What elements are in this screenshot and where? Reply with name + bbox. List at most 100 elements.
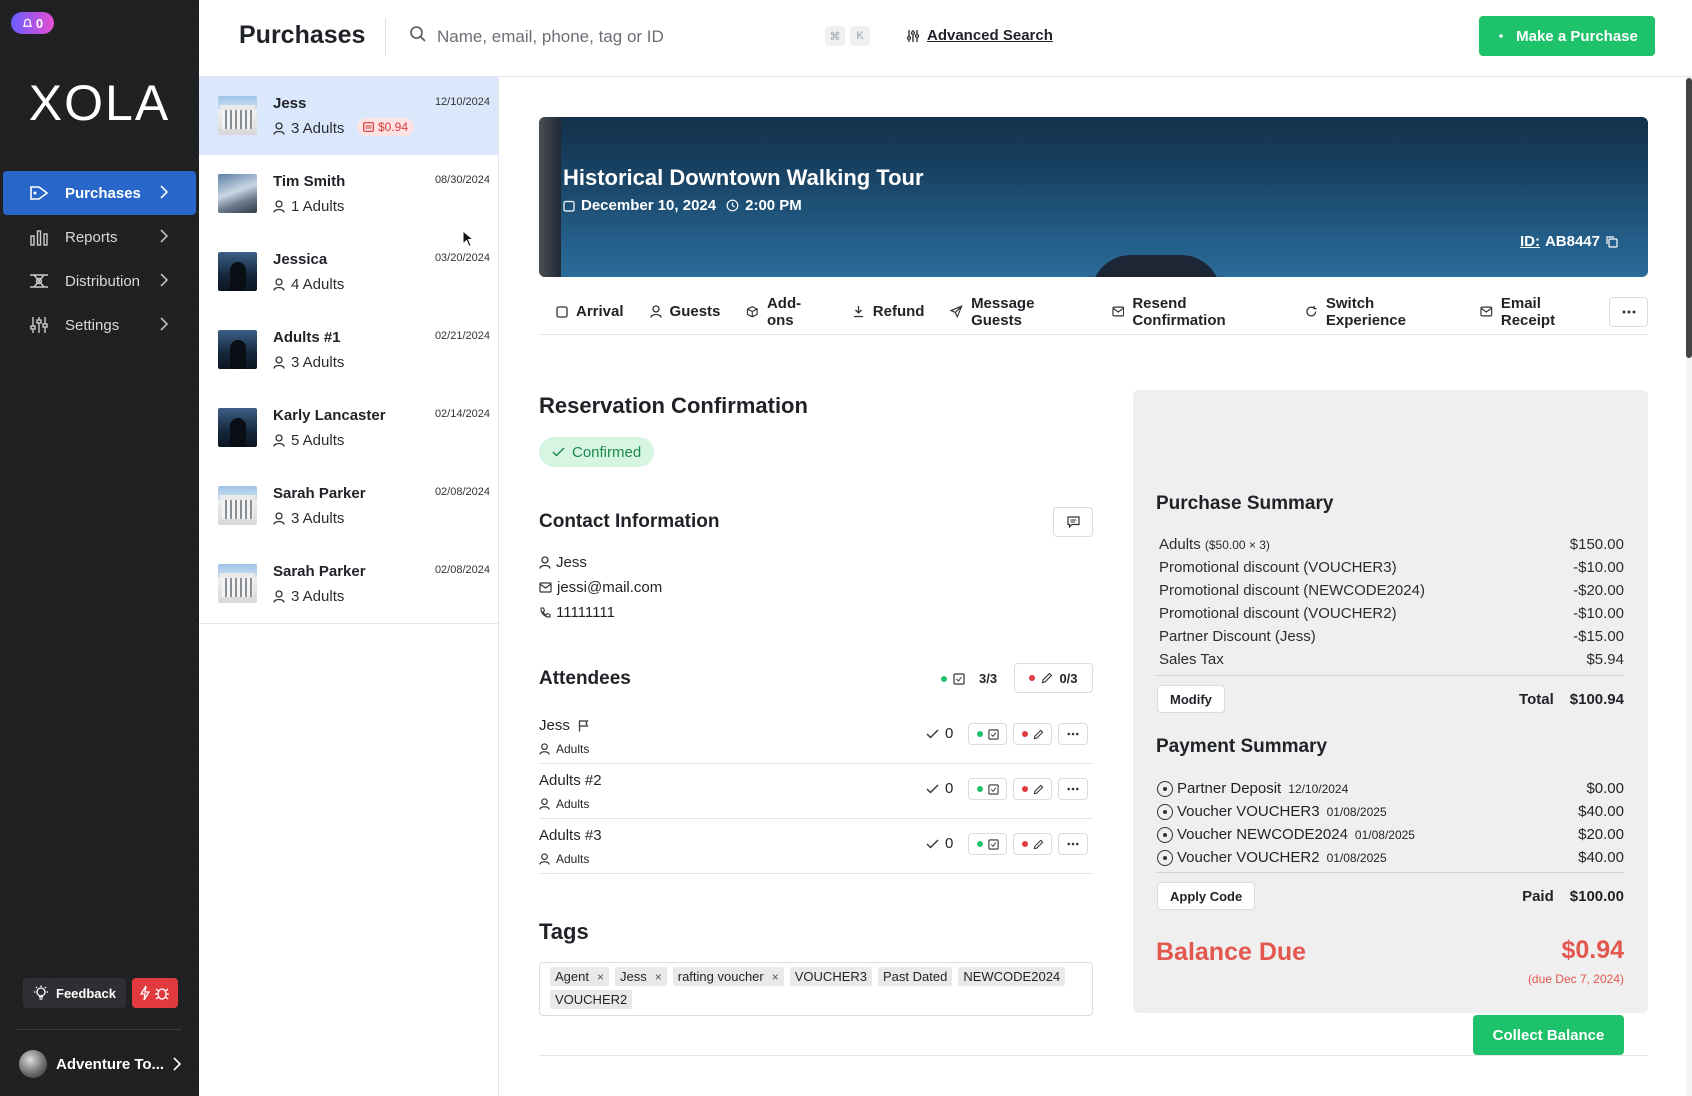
- tag-chip[interactable]: Agent ×: [550, 967, 609, 986]
- nav-item-purchases[interactable]: Purchases: [3, 171, 196, 215]
- waiver-signed-button[interactable]: 0/3: [1014, 663, 1093, 693]
- attendee-type: Adults: [539, 797, 589, 811]
- summary-line-label: Sales Tax: [1159, 651, 1224, 668]
- attendee-row[interactable]: Adults #2 Adults 0: [539, 764, 1093, 819]
- make-purchase-button[interactable]: Make a Purchase: [1479, 16, 1655, 56]
- copy-icon[interactable]: [1605, 235, 1618, 248]
- guests-action[interactable]: Guests: [637, 296, 734, 328]
- feedback-button[interactable]: Feedback: [23, 978, 126, 1008]
- notification-badge[interactable]: 0: [11, 12, 54, 34]
- attendee-type-value: Adults: [556, 797, 590, 811]
- attendee-more-button[interactable]: [1058, 723, 1088, 745]
- tag-icon: [28, 184, 50, 202]
- attendee-waiver-button[interactable]: [1013, 833, 1052, 855]
- report-bug-button[interactable]: [131, 978, 178, 1008]
- xola-logo[interactable]: XOLA: [0, 74, 199, 132]
- paid-label: Paid: [1522, 888, 1554, 905]
- tag-chip[interactable]: Past Dated: [878, 967, 953, 986]
- nav-item-settings[interactable]: Settings: [3, 303, 196, 347]
- addons-action[interactable]: Add-ons: [733, 294, 838, 329]
- tag-chip[interactable]: VOUCHER2: [550, 990, 633, 1009]
- contact-name-value: Jess: [556, 554, 587, 571]
- distribution-icon: [28, 272, 50, 290]
- contact-phone[interactable]: 11111111: [539, 604, 615, 621]
- pencil-icon: [1033, 839, 1043, 849]
- experience-date: December 10, 2024: [581, 197, 717, 214]
- purchase-list-item[interactable]: Jess 12/10/2024 3 Adults $0.94: [199, 77, 498, 155]
- payment-line-amount: $20.00: [1578, 826, 1624, 843]
- payment-line-label: Voucher VOUCHER2: [1177, 849, 1320, 866]
- bug-icon: [154, 988, 169, 1000]
- arrival-label: Arrival: [576, 303, 624, 320]
- message-guests-action[interactable]: Message Guests: [937, 295, 1098, 329]
- purchase-list-item[interactable]: Sarah Parker 02/08/2024 3 Adults: [199, 545, 498, 623]
- payment-line: Voucher VOUCHER3 01/08/2025 $40.00: [1157, 803, 1624, 820]
- remove-tag-icon[interactable]: ×: [597, 970, 604, 984]
- more-actions-button[interactable]: [1609, 296, 1648, 327]
- tag-chip[interactable]: NEWCODE2024: [958, 967, 1066, 986]
- more-icon: [1067, 787, 1079, 791]
- remove-tag-icon[interactable]: ×: [772, 970, 779, 984]
- scrollbar-thumb[interactable]: [1686, 78, 1692, 358]
- purchase-date: 02/21/2024: [434, 330, 490, 342]
- collect-balance-button[interactable]: Collect Balance: [1473, 1015, 1624, 1055]
- experience-thumbnail: [218, 486, 257, 525]
- tag-chip[interactable]: rafting voucher ×: [672, 967, 784, 986]
- nav-item-distribution[interactable]: Distribution: [3, 259, 196, 303]
- email-receipt-action[interactable]: Email Receipt: [1467, 295, 1609, 329]
- refund-action[interactable]: Refund: [839, 296, 938, 328]
- purchase-id[interactable]: ID: AB8447: [1520, 233, 1618, 250]
- tag-chip[interactable]: Jess ×: [615, 967, 667, 986]
- attendee-checkin-button[interactable]: [968, 723, 1007, 745]
- attendee-name-value: Adults #2: [539, 772, 602, 789]
- person-icon: [273, 434, 285, 447]
- contact-email[interactable]: jessi@mail.com: [539, 579, 662, 596]
- tags-input[interactable]: Agent × Jess × rafting voucher × VOUCHER3 P…: [539, 962, 1093, 1016]
- payment-summary-heading: Payment Summary: [1156, 736, 1328, 757]
- tag-chip[interactable]: VOUCHER3: [789, 967, 873, 986]
- attendee-row[interactable]: Jess Adults 0: [539, 709, 1093, 764]
- advanced-search-link[interactable]: Advanced Search: [906, 27, 1053, 44]
- person-icon: [273, 512, 285, 525]
- mail-icon: [1112, 306, 1124, 317]
- summary-line: Sales Tax $5.94: [1159, 651, 1624, 668]
- attendee-row[interactable]: Adults #3 Adults 0: [539, 819, 1093, 874]
- resend-confirmation-action[interactable]: Resend Confirmation: [1099, 295, 1293, 329]
- purchase-guests-label: 3 Adults: [291, 354, 345, 371]
- purchase-date: 02/14/2024: [434, 408, 490, 420]
- addons-label: Add-ons: [766, 294, 802, 329]
- summary-line-label: Promotional discount (VOUCHER2): [1159, 605, 1397, 622]
- account-menu[interactable]: Adventure To...: [19, 1050, 182, 1078]
- purchase-customer-name: Karly Lancaster: [273, 407, 386, 424]
- search-input[interactable]: [437, 22, 817, 52]
- guests-label: Guests: [669, 303, 721, 320]
- phone-icon: [540, 606, 551, 618]
- attendee-checkin-button[interactable]: [968, 833, 1007, 855]
- purchase-list-item[interactable]: Karly Lancaster 02/14/2024 5 Adults: [199, 389, 498, 467]
- attendee-waiver-button[interactable]: [1013, 778, 1052, 800]
- contact-note-button[interactable]: [1053, 507, 1093, 537]
- payment-divider: [1156, 872, 1624, 873]
- purchase-list-item[interactable]: Jessica 03/20/2024 4 Adults: [199, 233, 498, 311]
- switch-experience-action[interactable]: Switch Experience: [1292, 295, 1467, 329]
- purchase-list-item[interactable]: Adults #1 02/21/2024 3 Adults: [199, 311, 498, 389]
- apply-code-button[interactable]: Apply Code: [1157, 882, 1256, 910]
- payment-icon: [1157, 803, 1173, 820]
- send-icon: [950, 305, 964, 318]
- nav-item-reports[interactable]: Reports: [3, 215, 196, 259]
- attendee-more-button[interactable]: [1058, 833, 1088, 855]
- checkbox-icon: [953, 672, 965, 685]
- modify-button[interactable]: Modify: [1157, 685, 1225, 713]
- purchase-list-item[interactable]: Sarah Parker 02/08/2024 3 Adults: [199, 467, 498, 545]
- sliders-icon: [28, 316, 50, 334]
- pencil-icon: [1033, 729, 1043, 739]
- remove-tag-icon[interactable]: ×: [655, 970, 662, 984]
- purchase-list-item[interactable]: Tim Smith 08/30/2024 1 Adults: [199, 155, 498, 233]
- attendee-waiver-button[interactable]: [1013, 723, 1052, 745]
- summary-line: Promotional discount (VOUCHER3) -$10.00: [1159, 559, 1624, 576]
- purchase-date: 02/08/2024: [434, 486, 490, 498]
- summary-line: Adults ($50.00 × 3) $150.00: [1159, 536, 1624, 553]
- arrival-action[interactable]: Arrival: [539, 296, 637, 328]
- attendee-checkin-button[interactable]: [968, 778, 1007, 800]
- attendee-more-button[interactable]: [1058, 778, 1088, 800]
